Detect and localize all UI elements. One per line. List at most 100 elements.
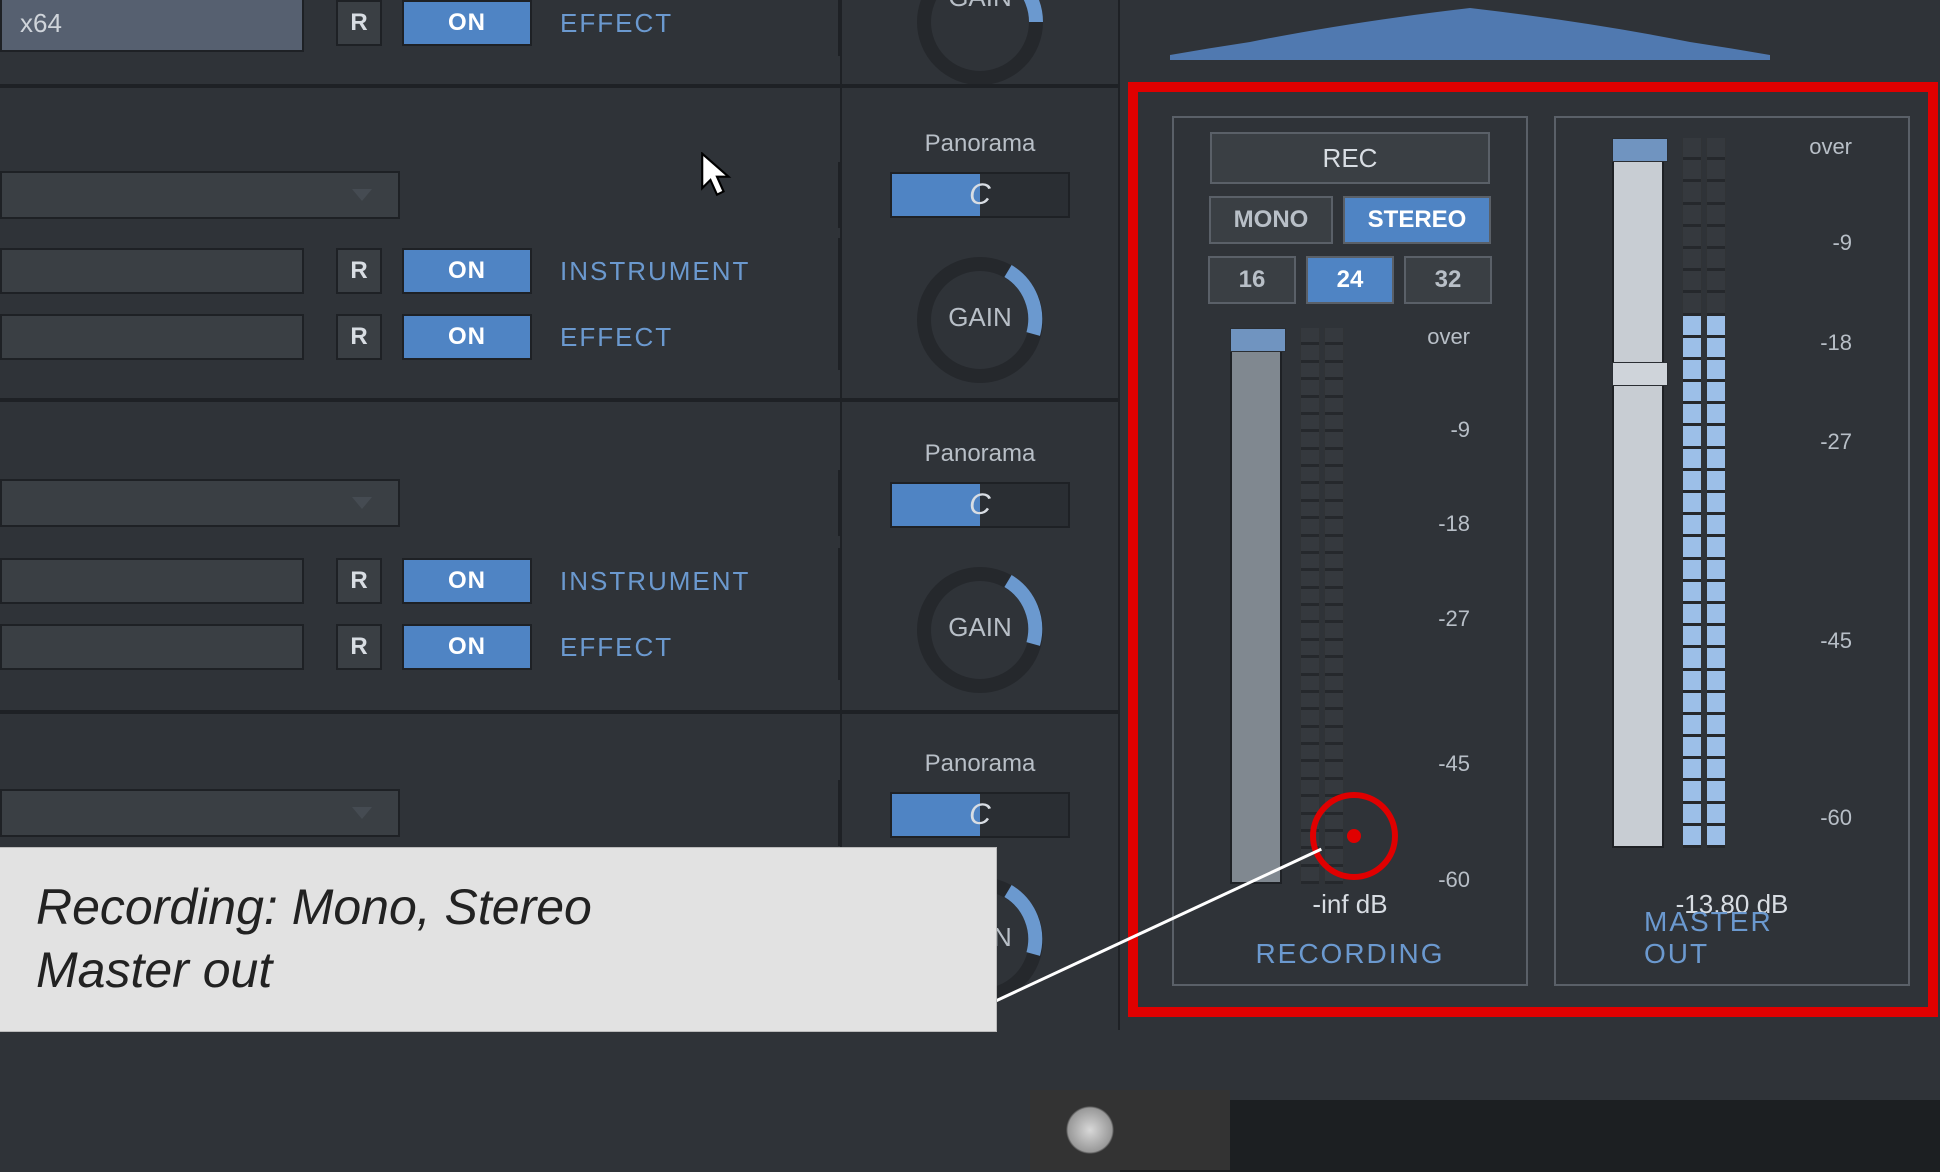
m-scale-m18: -18 bbox=[1780, 330, 1852, 356]
gain-label-1: GAIN bbox=[948, 302, 1012, 333]
reload-button-2a-label: R bbox=[350, 567, 367, 595]
panorama-value-1[interactable]: C bbox=[890, 172, 1070, 218]
on-toggle-2a[interactable]: ON bbox=[402, 558, 532, 604]
on-toggle-2b-label: ON bbox=[448, 633, 486, 661]
on-toggle-2b[interactable]: ON bbox=[402, 624, 532, 670]
scale-m9: -9 bbox=[1398, 417, 1470, 443]
annotation-highlight-box: REC MONO STEREO 16 24 32 over -9 -18 bbox=[1128, 82, 1938, 1017]
rec-button[interactable]: REC bbox=[1210, 132, 1490, 184]
master-fader-cap-top[interactable] bbox=[1612, 138, 1668, 162]
panorama-value-3-text: C bbox=[969, 798, 991, 832]
row-label-instrument-2: INSTRUMENT bbox=[560, 566, 750, 597]
row-label-instrument-1: INSTRUMENT bbox=[560, 256, 750, 287]
on-toggle-1a[interactable]: ON bbox=[402, 248, 532, 294]
spectrum-waveform bbox=[1170, 0, 1770, 60]
master-peak-meter-l bbox=[1682, 138, 1702, 848]
recording-scale: over -9 -18 -27 -45 -60 bbox=[1398, 328, 1470, 884]
recording-fader-track[interactable] bbox=[1230, 328, 1282, 884]
on-toggle-1a-label: ON bbox=[448, 257, 486, 285]
gain-label-2: GAIN bbox=[948, 612, 1012, 643]
track-row-1a: R ON INSTRUMENT bbox=[0, 238, 840, 304]
annotation-callout: Recording: Mono, Stereo Master out bbox=[0, 848, 996, 1031]
panorama-value-3[interactable]: C bbox=[890, 792, 1070, 838]
track-row-0: x64 R ON EFFECT bbox=[0, 0, 840, 56]
gain-panel-2: Panorama C GAIN bbox=[840, 410, 1120, 720]
scale-m18: -18 bbox=[1398, 511, 1470, 537]
m-scale-m45: -45 bbox=[1780, 628, 1852, 654]
reload-button-0[interactable]: R bbox=[336, 0, 382, 46]
plugin-dropdown-2[interactable] bbox=[0, 470, 840, 536]
rec-button-label: REC bbox=[1323, 143, 1378, 174]
reload-button-2a[interactable]: R bbox=[336, 558, 382, 604]
on-toggle-2a-label: ON bbox=[448, 567, 486, 595]
bit-32-label: 32 bbox=[1435, 266, 1462, 294]
master-fader-track[interactable] bbox=[1612, 138, 1664, 848]
on-toggle-0-label: ON bbox=[448, 9, 486, 37]
row-label-effect-1: EFFECT bbox=[560, 322, 673, 353]
m-scale-m60: -60 bbox=[1780, 805, 1852, 831]
track-row-1b: R ON EFFECT bbox=[0, 304, 840, 370]
stereo-button[interactable]: STEREO bbox=[1343, 196, 1491, 244]
reload-button-1a-label: R bbox=[350, 257, 367, 285]
panorama-value-2[interactable]: C bbox=[890, 482, 1070, 528]
reload-button-1b[interactable]: R bbox=[336, 314, 382, 360]
track-input-1b[interactable] bbox=[0, 314, 304, 360]
master-out-panel: over -9 -18 -27 -45 -60 -13.80 dB MASTER… bbox=[1554, 116, 1910, 986]
track-input-1a[interactable] bbox=[0, 248, 304, 294]
track-input-0[interactable]: x64 bbox=[0, 0, 304, 52]
gain-knob-0[interactable] bbox=[910, 0, 1050, 92]
bit-16-button[interactable]: 16 bbox=[1208, 256, 1296, 304]
bit-24-button[interactable]: 24 bbox=[1306, 256, 1394, 304]
master-meter: over -9 -18 -27 -45 -60 bbox=[1612, 138, 1852, 848]
m-scale-m9: -9 bbox=[1780, 230, 1852, 256]
panorama-label-3: Panorama bbox=[925, 750, 1036, 778]
m-scale-over: over bbox=[1780, 134, 1852, 160]
recording-fader-cap[interactable] bbox=[1230, 328, 1286, 352]
reload-button-0-label: R bbox=[350, 9, 367, 37]
panorama-label-2: Panorama bbox=[925, 440, 1036, 468]
recording-peak-meter-l bbox=[1300, 328, 1320, 884]
row-label-effect-2: EFFECT bbox=[560, 632, 673, 663]
panorama-label-1: Panorama bbox=[925, 130, 1036, 158]
gain-panel-1: Panorama C GAIN bbox=[840, 100, 1120, 410]
panorama-value-1-text: C bbox=[969, 178, 991, 212]
mouse-cursor-icon bbox=[700, 152, 734, 198]
reload-button-2b[interactable]: R bbox=[336, 624, 382, 670]
scale-over: over bbox=[1398, 324, 1470, 350]
panorama-value-2-text: C bbox=[969, 488, 991, 522]
hardware-knob-icon bbox=[1030, 1090, 1230, 1170]
bit-32-button[interactable]: 32 bbox=[1404, 256, 1492, 304]
master-title: MASTER OUT bbox=[1644, 906, 1820, 970]
master-peak-meter-r bbox=[1706, 138, 1726, 848]
annotation-red-circle bbox=[1310, 792, 1398, 880]
reload-button-2b-label: R bbox=[350, 633, 367, 661]
mono-button[interactable]: MONO bbox=[1209, 196, 1333, 244]
annotation-callout-line2: Master out bbox=[36, 939, 952, 1002]
row-label-effect-0: EFFECT bbox=[560, 8, 673, 39]
scale-m27: -27 bbox=[1398, 606, 1470, 632]
mono-button-label: MONO bbox=[1234, 206, 1309, 234]
track-row-2b: R ON EFFECT bbox=[0, 614, 840, 680]
master-fader-cap[interactable] bbox=[1612, 362, 1668, 386]
bit-24-label: 24 bbox=[1337, 266, 1364, 294]
reload-button-1a[interactable]: R bbox=[336, 248, 382, 294]
track-row-2a: R ON INSTRUMENT bbox=[0, 548, 840, 614]
plugin-dropdown-3[interactable] bbox=[0, 780, 840, 846]
track-input-0-value: x64 bbox=[20, 8, 62, 39]
track-input-2a[interactable] bbox=[0, 558, 304, 604]
annotation-callout-line1: Recording: Mono, Stereo bbox=[36, 876, 952, 939]
recording-title: RECORDING bbox=[1255, 938, 1444, 970]
stereo-button-label: STEREO bbox=[1368, 206, 1467, 234]
reload-button-1b-label: R bbox=[350, 323, 367, 351]
recording-db-readout: -inf dB bbox=[1312, 889, 1387, 920]
m-scale-m27: -27 bbox=[1780, 429, 1852, 455]
master-scale: over -9 -18 -27 -45 -60 bbox=[1780, 138, 1852, 848]
scale-m60: -60 bbox=[1398, 867, 1470, 893]
annotation-red-dot bbox=[1347, 829, 1361, 843]
bit-16-label: 16 bbox=[1239, 266, 1266, 294]
track-input-2b[interactable] bbox=[0, 624, 304, 670]
on-toggle-1b-label: ON bbox=[448, 323, 486, 351]
on-toggle-1b[interactable]: ON bbox=[402, 314, 532, 360]
scale-m45: -45 bbox=[1398, 751, 1470, 777]
on-toggle-0[interactable]: ON bbox=[402, 0, 532, 46]
